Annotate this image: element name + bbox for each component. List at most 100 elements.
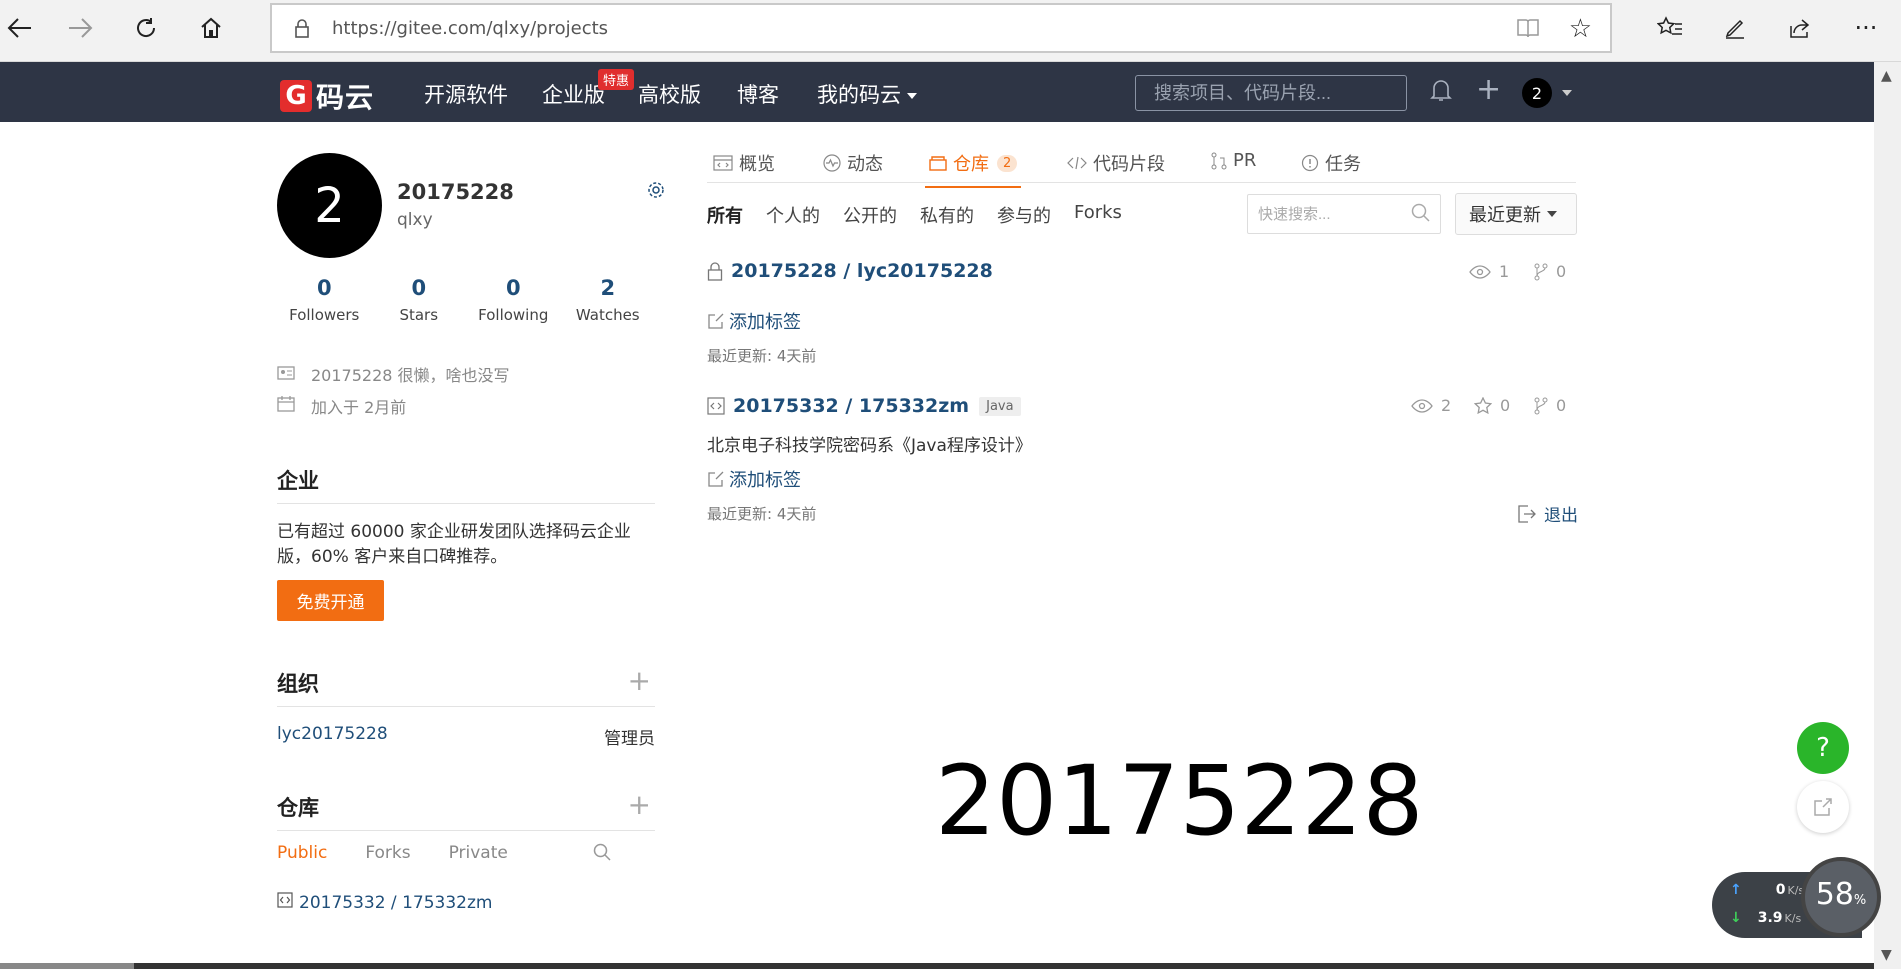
- overview-icon: [713, 155, 733, 171]
- favorites-hub-icon[interactable]: [1648, 10, 1692, 46]
- repo-link[interactable]: 20175228 / lyc20175228: [707, 260, 993, 282]
- fork-icon: [1534, 397, 1548, 415]
- horizontal-scrollbar[interactable]: [0, 963, 1874, 969]
- watch-count: 1: [1499, 262, 1510, 281]
- repo-updated: 最近更新: 4天前: [707, 347, 817, 365]
- sort-dropdown[interactable]: 最近更新: [1455, 193, 1577, 235]
- repo-fork-count[interactable]: 0: [1534, 396, 1566, 415]
- filter-joined[interactable]: 参与的: [997, 202, 1051, 228]
- chevron-down-icon[interactable]: [1562, 90, 1572, 96]
- filter-all[interactable]: 所有: [707, 202, 743, 228]
- speed-unit: K/s: [1784, 911, 1802, 925]
- add-tag-label: 添加标签: [729, 470, 801, 491]
- tab-private[interactable]: Private: [449, 843, 508, 863]
- forward-button[interactable]: [60, 10, 100, 46]
- tab-forks[interactable]: Forks: [365, 843, 410, 863]
- org-link[interactable]: lyc20175228: [277, 724, 388, 749]
- org-item: lyc20175228 管理员: [277, 724, 655, 749]
- repo-description: 北京电子科技学院密码系《Java程序设计》: [707, 436, 1032, 456]
- repo-fork-count[interactable]: 0: [1534, 262, 1566, 281]
- nav-blog[interactable]: 博客: [737, 79, 779, 109]
- home-icon: [201, 17, 221, 38]
- code-repo-icon: [707, 397, 725, 415]
- free-trial-button[interactable]: 免费开通: [277, 580, 384, 621]
- favorite-star-icon[interactable]: ☆: [1569, 14, 1592, 44]
- tab-activity[interactable]: 动态: [823, 150, 883, 176]
- repo-star-count[interactable]: 0: [1474, 396, 1510, 415]
- share-icon[interactable]: [1778, 10, 1822, 46]
- tab-label: PR: [1233, 150, 1257, 171]
- bell-icon[interactable]: [1430, 77, 1452, 107]
- repo-watch-count[interactable]: 1: [1469, 262, 1509, 281]
- refresh-button[interactable]: [126, 10, 166, 46]
- help-button[interactable]: ?: [1797, 722, 1849, 774]
- tab-pr[interactable]: PR: [1211, 150, 1256, 171]
- gear-icon[interactable]: [647, 181, 665, 203]
- global-search-input[interactable]: [1135, 75, 1407, 111]
- stat-followers[interactable]: 0 Followers: [277, 276, 372, 324]
- tab-label: 动态: [847, 154, 883, 175]
- profile-stats: 0 Followers 0 Stars 0 Following 2 Watches: [277, 276, 655, 324]
- nav-education[interactable]: 高校版: [638, 79, 701, 109]
- url-text[interactable]: https://gitee.com/qlxy/projects: [332, 18, 608, 39]
- star-count: 0: [1500, 396, 1511, 415]
- download-value: 3.9: [1757, 910, 1783, 926]
- nav-open-source[interactable]: 开源软件: [424, 79, 508, 109]
- tab-repos[interactable]: 仓库 2: [924, 150, 1022, 188]
- tab-public[interactable]: Public: [277, 843, 327, 863]
- tab-snippets[interactable]: 代码片段: [1067, 150, 1165, 176]
- address-bar[interactable]: https://gitee.com/qlxy/projects ☆: [270, 3, 1612, 53]
- stat-watches[interactable]: 2 Watches: [561, 276, 656, 324]
- memory-gauge[interactable]: 58%: [1801, 857, 1881, 937]
- feedback-button[interactable]: [1797, 781, 1849, 833]
- lock-icon: [290, 16, 314, 40]
- plus-icon[interactable]: +: [1476, 72, 1501, 107]
- nav-enterprise[interactable]: 企业版: [542, 79, 605, 109]
- add-repo-plus-icon[interactable]: +: [628, 788, 651, 821]
- stat-following[interactable]: 0 Following: [466, 276, 561, 324]
- filter-personal[interactable]: 个人的: [766, 202, 820, 228]
- lock-icon: [707, 261, 723, 281]
- eye-icon: [1411, 398, 1433, 413]
- repo-link[interactable]: 20175332 / 175332zm Java: [707, 395, 1021, 417]
- browser-chrome: https://gitee.com/qlxy/projects ☆ ···: [0, 0, 1901, 62]
- page-scrollbar[interactable]: ▲ ▼: [1874, 62, 1901, 969]
- search-icon[interactable]: [1411, 203, 1431, 227]
- stat-label: Watches: [575, 306, 640, 324]
- tab-overview[interactable]: 概览: [713, 150, 775, 176]
- logout-link[interactable]: 退出: [1518, 501, 1578, 526]
- hot-badge: 特惠: [598, 69, 635, 90]
- orgs-section: 组织 +: [277, 664, 655, 707]
- reading-view-icon[interactable]: [1516, 17, 1540, 43]
- user-avatar[interactable]: 2: [1522, 78, 1552, 108]
- scroll-up-icon[interactable]: ▲: [1881, 68, 1892, 84]
- language-badge[interactable]: Java: [979, 396, 1021, 416]
- gitee-logo[interactable]: G 码云: [280, 76, 374, 116]
- nav-my-gitee[interactable]: 我的码云: [817, 79, 917, 109]
- side-repo-link[interactable]: 20175332 / 175332zm: [277, 892, 492, 913]
- filter-private[interactable]: 私有的: [920, 202, 974, 228]
- tab-issues[interactable]: 任务: [1301, 150, 1361, 176]
- pen-notes-icon[interactable]: [1713, 10, 1757, 46]
- back-button[interactable]: [0, 10, 40, 46]
- repo-watch-count[interactable]: 2: [1411, 396, 1451, 415]
- scroll-down-icon[interactable]: ▼: [1881, 947, 1892, 963]
- add-tag-label: 添加标签: [729, 312, 801, 333]
- repo-updated: 最近更新: 4天前: [707, 505, 817, 523]
- home-button[interactable]: [191, 10, 231, 46]
- gauge-value: 58%: [1805, 877, 1877, 912]
- stat-stars[interactable]: 0 Stars: [372, 276, 467, 324]
- filter-public[interactable]: 公开的: [843, 202, 897, 228]
- fork-icon: [1534, 263, 1548, 281]
- search-icon[interactable]: [593, 843, 611, 866]
- upload-speed: ↑ 0 K/s: [1730, 882, 1804, 898]
- more-menu-icon[interactable]: ···: [1844, 10, 1888, 46]
- add-org-plus-icon[interactable]: +: [628, 664, 651, 697]
- filter-forks[interactable]: Forks: [1074, 202, 1122, 228]
- add-tag-link[interactable]: 添加标签: [707, 466, 801, 492]
- repos-side-tabs: Public Forks Private: [277, 843, 655, 863]
- scroll-thumb[interactable]: [0, 963, 134, 969]
- repo-box-icon: [929, 155, 947, 171]
- back-arrow-icon: [7, 18, 31, 38]
- add-tag-link[interactable]: 添加标签: [707, 308, 801, 334]
